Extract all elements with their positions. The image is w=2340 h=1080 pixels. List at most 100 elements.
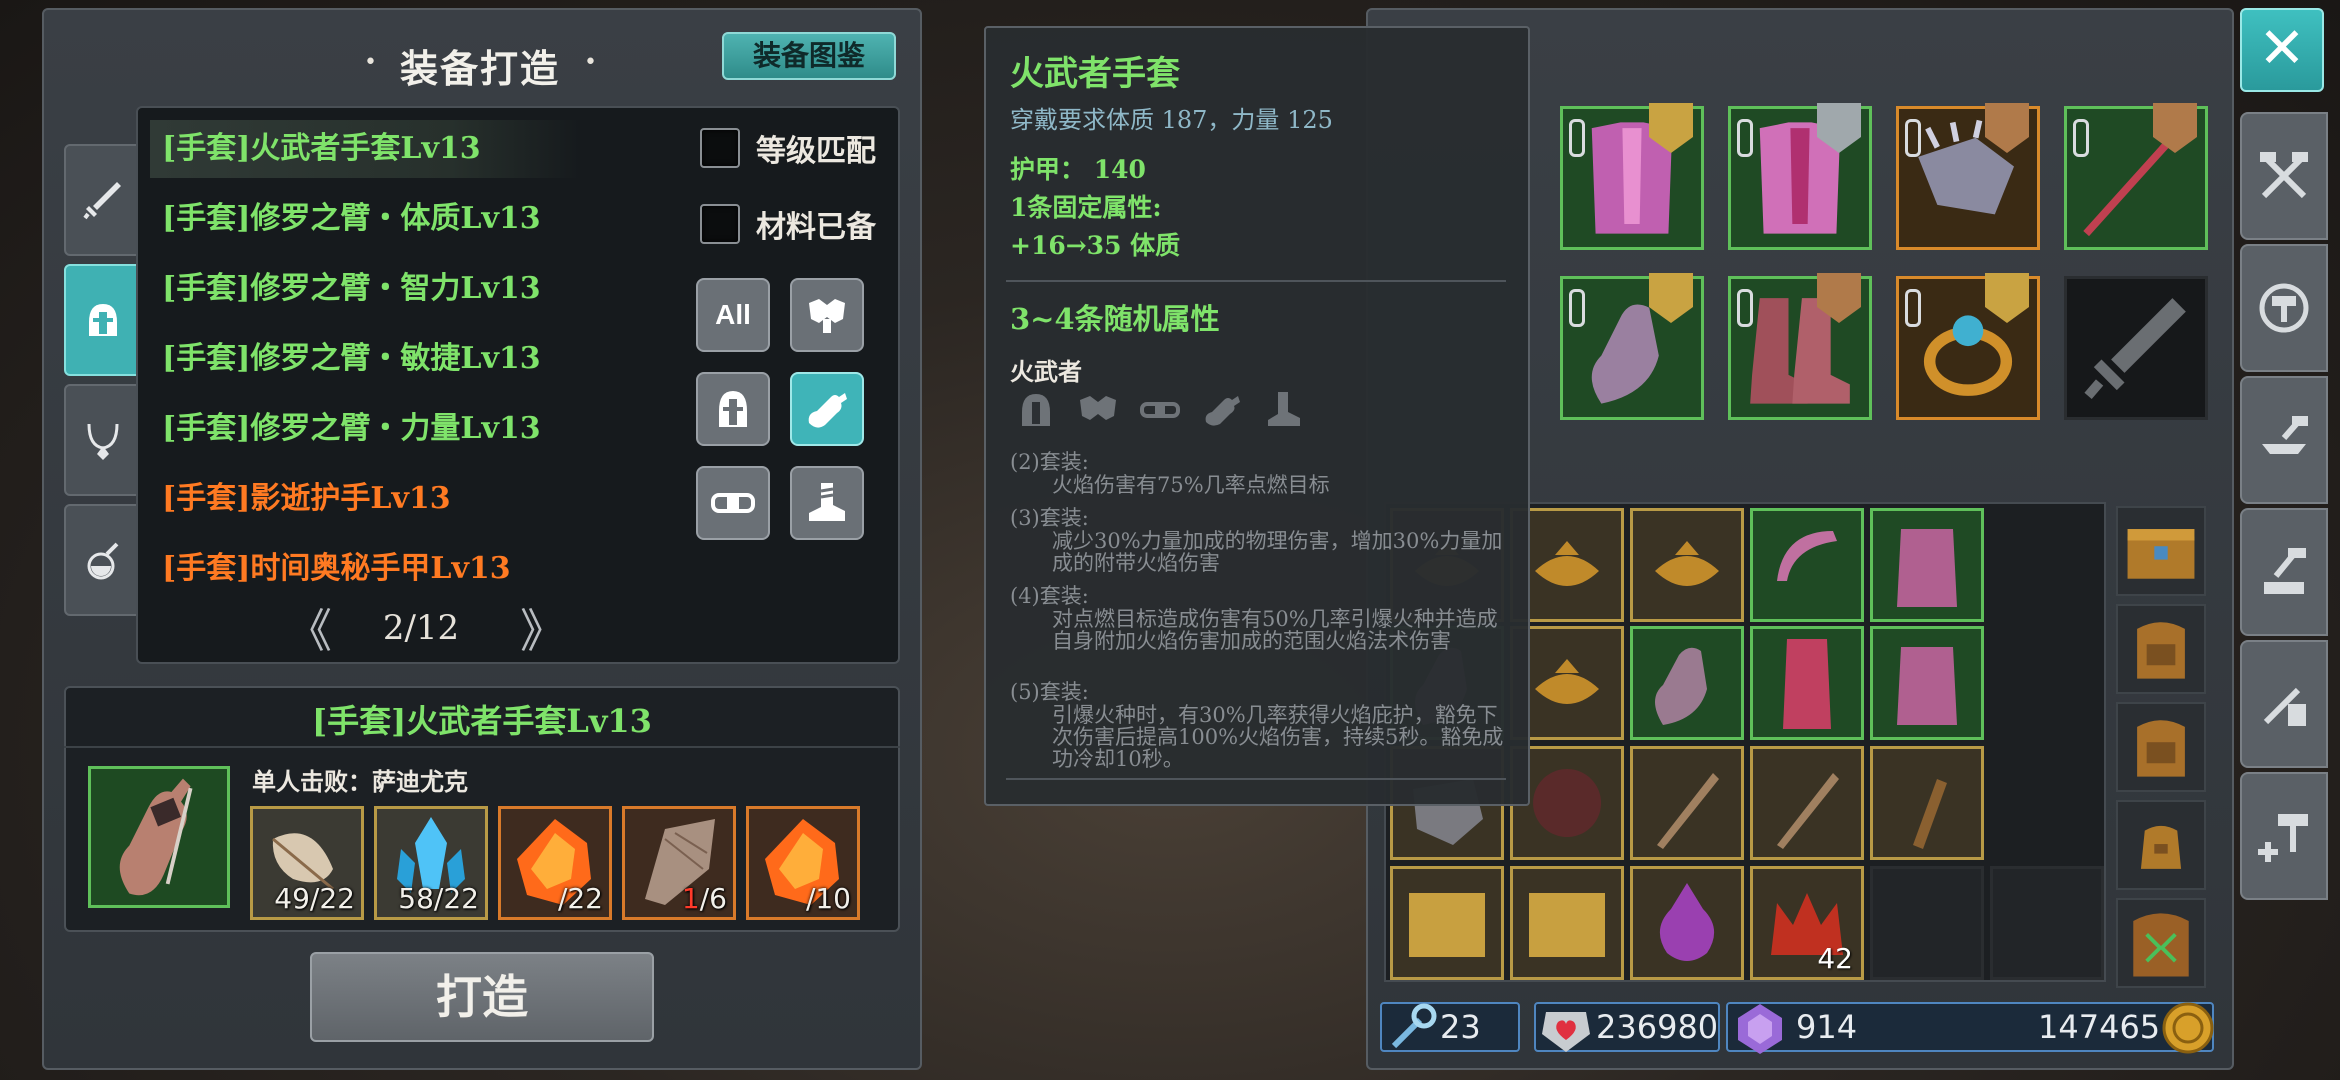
inventory-slot[interactable] bbox=[1510, 866, 1624, 980]
filter-shoulder-button[interactable] bbox=[790, 278, 864, 352]
inventory-slot[interactable] bbox=[1990, 866, 2104, 980]
equipped-chest-slot[interactable] bbox=[1728, 103, 1872, 250]
equipped-gauntlet-slot[interactable] bbox=[1896, 103, 2040, 250]
filter-glove-button[interactable] bbox=[790, 372, 864, 446]
anvil-hammer-icon bbox=[2262, 416, 2308, 454]
inventory-slot[interactable] bbox=[1750, 508, 1864, 622]
helmet-icon bbox=[1022, 394, 1050, 426]
material-slot[interactable]: 1/6 bbox=[622, 806, 736, 920]
bag-slot[interactable] bbox=[2116, 898, 2206, 988]
tooltip-fixed-attr: +16→35 体质 bbox=[1010, 231, 1181, 260]
glove-icon bbox=[1655, 647, 1707, 725]
material-slot[interactable]: /22 bbox=[498, 806, 612, 920]
tab-potion[interactable] bbox=[64, 504, 142, 616]
bag-slot[interactable] bbox=[2116, 800, 2206, 890]
set-bonus-2-text: 火焰伤害有75%几率点燃目标 bbox=[1052, 473, 1330, 497]
bag-slot[interactable] bbox=[2116, 506, 2206, 596]
material-slot[interactable]: 58/22 bbox=[374, 806, 488, 920]
filter-belt-button[interactable] bbox=[696, 466, 770, 540]
refresh-hammer-icon bbox=[2259, 283, 2309, 333]
page-indicator: 2/12 bbox=[382, 608, 460, 648]
sidebar-combine-button[interactable] bbox=[2240, 772, 2328, 900]
recipe-detail-title: [手套]火武者手套Lv13 bbox=[312, 702, 652, 740]
crafted-item-icon[interactable] bbox=[88, 766, 230, 908]
tooltip-fixed-attr-header: 1条固定属性: bbox=[1010, 193, 1162, 222]
inventory-slot[interactable] bbox=[1870, 626, 1984, 740]
equipped-ring-slot[interactable] bbox=[1896, 273, 2040, 420]
inventory-slot[interactable] bbox=[1870, 508, 1984, 622]
materials-ready-checkbox[interactable]: 材料已备 bbox=[700, 202, 876, 246]
rank-badge-icon bbox=[1817, 273, 1861, 323]
lock-icon bbox=[1905, 289, 1921, 327]
tab-weapon[interactable] bbox=[64, 144, 142, 256]
equipped-glove-slot[interactable] bbox=[1560, 273, 1704, 420]
gold-coin-icon bbox=[2162, 1002, 2214, 1054]
craft-button[interactable]: 打造 bbox=[310, 952, 654, 1042]
recipe-item[interactable]: [手套]时间奥秘手甲Lv13 bbox=[150, 540, 580, 598]
potion-icon bbox=[87, 542, 119, 580]
title-ornament-right: • bbox=[584, 50, 597, 75]
inventory-slot[interactable] bbox=[1390, 866, 1504, 980]
inventory-slot[interactable] bbox=[1870, 866, 1984, 980]
sidebar-forge-button[interactable] bbox=[2240, 508, 2328, 636]
set-bonus-5-header: (5)套装: bbox=[1010, 680, 1089, 704]
recipe-item[interactable]: [手套]火武者手套Lv13 bbox=[150, 120, 580, 178]
material-slot[interactable]: 49/22 bbox=[250, 806, 364, 920]
recipe-item[interactable]: [手套]修罗之臂・体质Lv13 bbox=[150, 190, 580, 248]
next-page-button[interactable]: 》 bbox=[520, 595, 566, 661]
inventory-slot[interactable] bbox=[1630, 508, 1744, 622]
gems-amount: 236980 bbox=[1596, 1008, 1719, 1046]
equipped-chest-slot[interactable] bbox=[1560, 103, 1704, 250]
level-match-checkbox[interactable]: 等级匹配 bbox=[700, 126, 876, 170]
prev-page-button[interactable]: 《 bbox=[286, 595, 332, 661]
material-slot[interactable]: /10 bbox=[746, 806, 860, 920]
inventory-slot[interactable] bbox=[1630, 746, 1744, 860]
empty-weapon-slot[interactable] bbox=[2064, 276, 2208, 420]
key-icon bbox=[1391, 1003, 1437, 1049]
inventory-slot[interactable] bbox=[1630, 626, 1744, 740]
inventory-slot[interactable] bbox=[1870, 746, 1984, 860]
set-bonus-4-header: (4)套装: bbox=[1010, 584, 1089, 608]
sidebar-reforge-button[interactable] bbox=[2240, 244, 2328, 372]
set-bonus-2-header: (2)套装: bbox=[1010, 450, 1089, 474]
checkbox-box[interactable] bbox=[700, 128, 740, 168]
backpack-icon bbox=[2137, 622, 2185, 679]
recipe-item[interactable]: [手套]影逝护手Lv13 bbox=[150, 470, 580, 528]
checkbox-box[interactable] bbox=[700, 204, 740, 244]
equipped-spear-slot[interactable] bbox=[2064, 103, 2208, 250]
sidebar-socket-button[interactable] bbox=[2240, 640, 2328, 768]
belt-icon bbox=[711, 493, 755, 513]
inventory-slot[interactable] bbox=[1750, 626, 1864, 740]
equipped-boots-slot[interactable] bbox=[1728, 273, 1872, 420]
recipe-item[interactable]: [手套]修罗之臂・力量Lv13 bbox=[150, 400, 580, 458]
sidebar-dismantle-button[interactable] bbox=[2240, 112, 2328, 240]
filter-helmet-button[interactable] bbox=[696, 372, 770, 446]
chest-armor-icon bbox=[1897, 647, 1957, 725]
inventory-slot[interactable]: 42 bbox=[1750, 866, 1864, 980]
inventory-slot[interactable] bbox=[1630, 866, 1744, 980]
set-bonus-3-text: 减少30%力量加成的物理伤害，增加30%力量加成的附带火焰伤害 bbox=[1052, 529, 1503, 575]
recipe-item[interactable]: [手套]修罗之臂・敏捷Lv13 bbox=[150, 330, 580, 388]
pouch-icon bbox=[2140, 825, 2182, 869]
bag-slot[interactable] bbox=[2116, 702, 2206, 792]
stack-count: 42 bbox=[1817, 942, 1853, 975]
bag-slot[interactable] bbox=[2116, 604, 2206, 694]
tab-accessory[interactable] bbox=[64, 384, 142, 496]
tab-armor[interactable] bbox=[64, 264, 142, 376]
leg-armor-icon bbox=[1783, 639, 1831, 729]
filter-all-button[interactable]: All bbox=[696, 278, 770, 352]
chest-icon bbox=[2127, 529, 2195, 579]
backpack-icon bbox=[2137, 720, 2185, 777]
crystals-amount: 914 bbox=[1796, 1008, 1858, 1046]
sidebar-enhance-button[interactable] bbox=[2240, 376, 2328, 504]
inventory-slot[interactable] bbox=[1750, 746, 1864, 860]
equipment-codex-button[interactable]: 装备图鉴 bbox=[722, 32, 896, 80]
material-count: /22 bbox=[557, 882, 603, 915]
filter-boots-button[interactable] bbox=[790, 466, 864, 540]
helmet-icon bbox=[89, 304, 117, 336]
rank-badge-icon bbox=[1649, 273, 1693, 323]
gold-amount: 147465 bbox=[2038, 1008, 2161, 1046]
recipe-item[interactable]: [手套]修罗之臂・智力Lv13 bbox=[150, 260, 580, 318]
belt-icon bbox=[1140, 402, 1180, 418]
close-button[interactable]: ✕ bbox=[2240, 8, 2324, 92]
